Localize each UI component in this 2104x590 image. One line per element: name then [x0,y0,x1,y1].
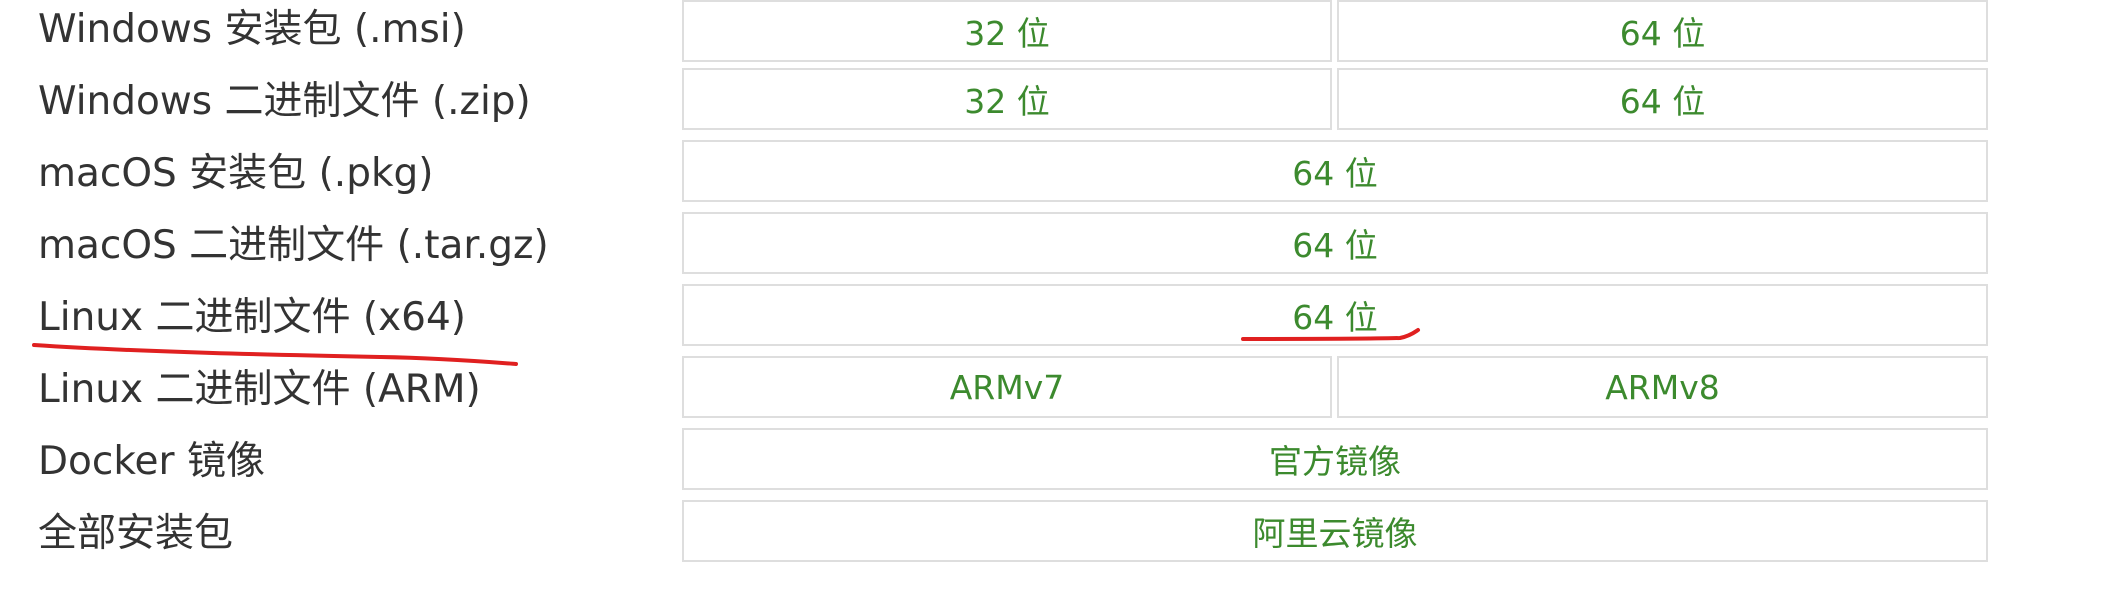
windows-zip-32bit-link[interactable]: 32 位 [682,68,1332,130]
row-label-linux-x64: Linux 二进制文件 (x64) [38,295,467,340]
row-label-linux-arm: Linux 二进制文件 (ARM) [38,367,481,412]
cell-text: 64 位 [1619,82,1706,121]
cell-text: ARMv8 [1605,367,1720,407]
linux-armv8-link[interactable]: ARMv8 [1337,356,1988,418]
row-label-windows-msi: Windows 安装包 (.msi) [38,7,466,52]
linux-armv7-link[interactable]: ARMv7 [682,356,1332,418]
cell-text: 阿里云镜像 [1252,514,1418,553]
row-label-macos-pkg: macOS 安装包 (.pkg) [38,151,434,196]
cell-text: 官方镜像 [1269,442,1401,481]
cell-text: ARMv7 [949,367,1065,407]
row-label-windows-zip: Windows 二进制文件 (.zip) [38,79,531,124]
cell-text: 64 位 [1292,298,1378,337]
windows-zip-64bit-link[interactable]: 64 位 [1337,68,1988,130]
cell-text: 64 位 [1619,14,1706,53]
cell-text: 64 位 [1292,154,1378,193]
windows-msi-64bit-link[interactable]: 64 位 [1337,0,1988,62]
linux-x64-64bit-link[interactable]: 64 位 [682,284,1988,346]
cell-text: 32 位 [964,14,1050,53]
aliyun-mirror-link[interactable]: 阿里云镜像 [682,500,1988,562]
row-label-all-packages: 全部安装包 [38,511,234,556]
macos-pkg-64bit-link[interactable]: 64 位 [682,140,1988,202]
row-label-macos-targz: macOS 二进制文件 (.tar.gz) [38,223,549,268]
cell-text: 64 位 [1292,226,1378,265]
docker-official-image-link[interactable]: 官方镜像 [682,428,1988,490]
cell-text: 32 位 [964,82,1050,121]
macos-targz-64bit-link[interactable]: 64 位 [682,212,1988,274]
windows-msi-32bit-link[interactable]: 32 位 [682,0,1332,62]
row-label-docker: Docker 镜像 [38,439,265,484]
